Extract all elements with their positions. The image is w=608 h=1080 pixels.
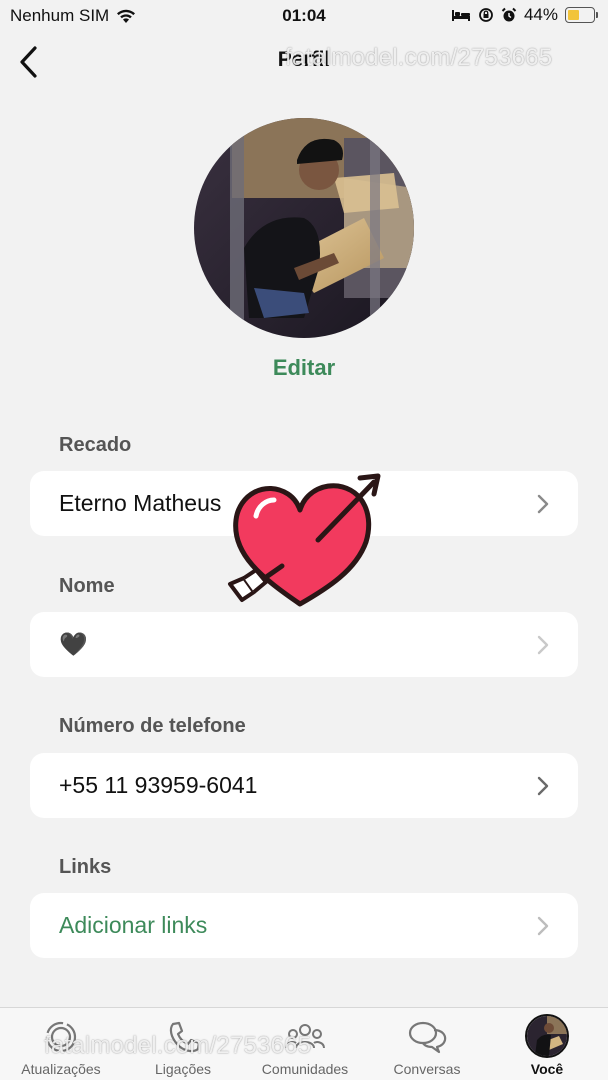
section-label-recado: Recado <box>59 434 132 456</box>
add-links-row[interactable]: Adicionar links <box>30 893 578 958</box>
tab-chats[interactable]: Conversas <box>366 1008 488 1080</box>
watermark-top: fatalmodel.com/2753665 <box>285 44 553 71</box>
phone-value: +55 11 93959-6041 <box>59 772 258 798</box>
battery-percent: 44% <box>523 5 558 24</box>
battery-level <box>568 10 579 20</box>
name-value: 🖤 <box>59 631 88 657</box>
watermark-bottom: fatalmodel.com/2753665 <box>44 1032 312 1059</box>
tab-label-updates: Atualizações <box>21 1061 101 1077</box>
add-links-value: Adicionar links <box>59 912 208 938</box>
tab-label-chats: Conversas <box>393 1061 461 1077</box>
tab-you[interactable]: Você <box>486 1008 608 1080</box>
edit-photo-link[interactable]: Editar <box>0 355 608 381</box>
chevron-right-icon <box>537 916 549 936</box>
chevron-right-icon <box>537 635 549 655</box>
profile-photo-image <box>194 118 414 338</box>
phone-row[interactable]: +55 11 93959-6041 <box>30 753 578 818</box>
orientation-lock-icon <box>479 8 493 22</box>
heart-arrow-sticker <box>228 473 381 607</box>
battery-icon <box>565 7 598 23</box>
profile-screen: Nenhum SIM 01:04 44% Perfil Editar Recad… <box>0 0 608 1080</box>
chats-icon <box>408 1021 447 1054</box>
avatar <box>525 1014 569 1058</box>
section-label-links: Links <box>59 856 112 878</box>
tab-label-calls: Ligações <box>154 1061 212 1077</box>
tab-label-you: Você <box>530 1061 564 1077</box>
chevron-right-icon <box>537 494 549 514</box>
tab-label-communities: Comunidades <box>261 1061 349 1077</box>
status-right: 44% <box>451 5 598 25</box>
profile-photo[interactable] <box>194 118 414 338</box>
alarm-icon <box>501 7 517 22</box>
chevron-right-icon <box>537 776 549 796</box>
bed-icon <box>451 10 470 21</box>
section-label-nome: Nome <box>59 575 115 597</box>
status-bar: Nenhum SIM 01:04 44% <box>0 0 608 32</box>
name-row[interactable]: 🖤 <box>30 612 578 677</box>
section-label-phone: Número de telefone <box>59 715 246 737</box>
